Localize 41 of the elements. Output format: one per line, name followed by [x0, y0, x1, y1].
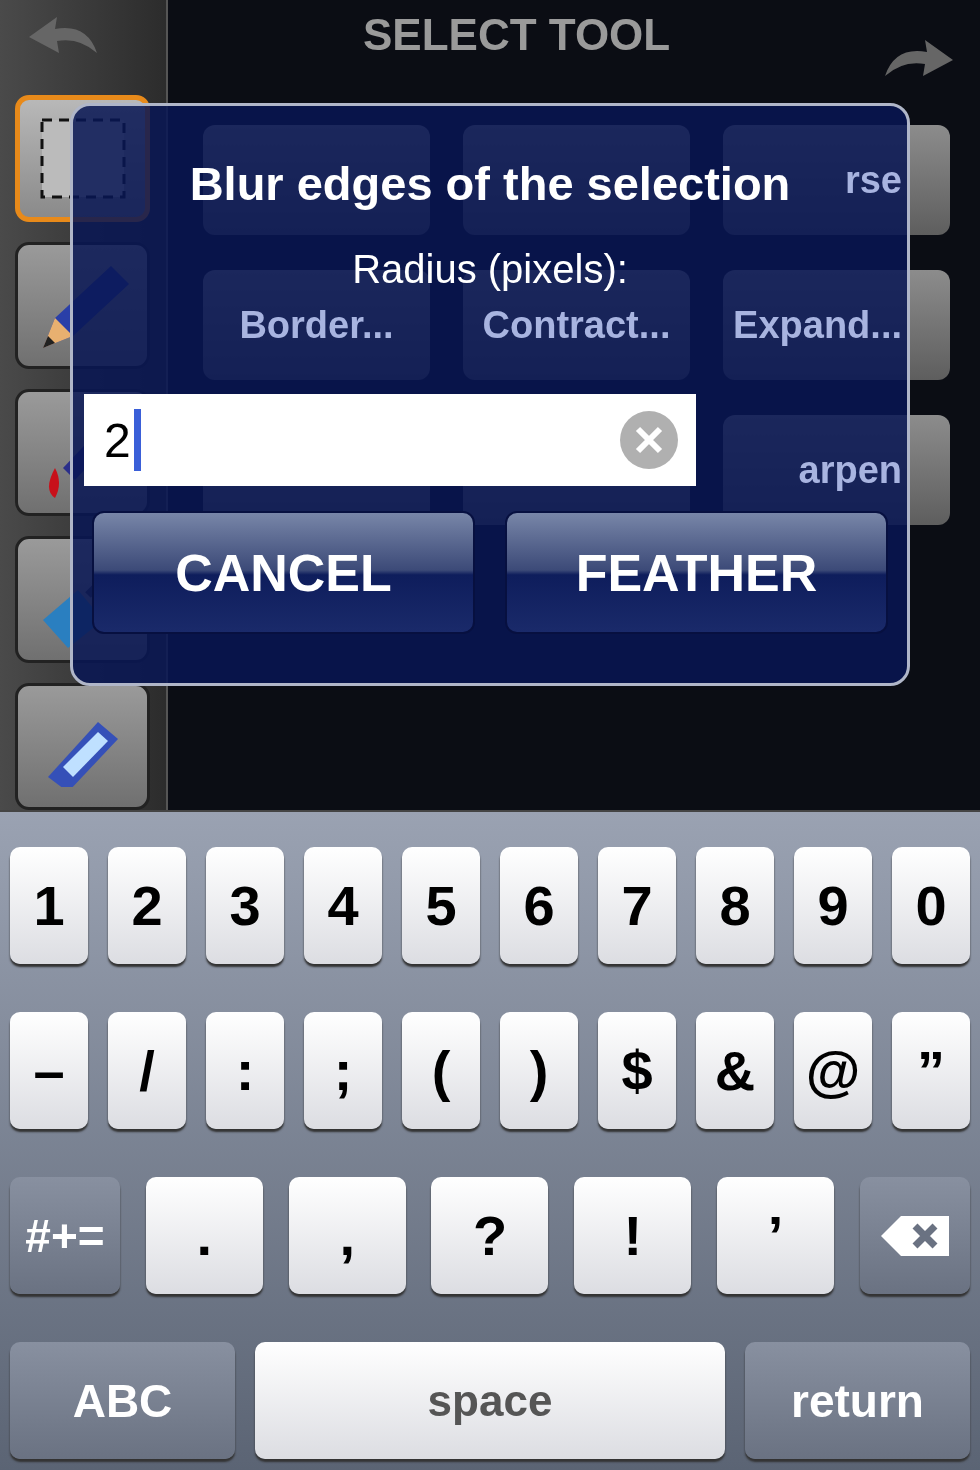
- dialog-button[interactable]: CANCEL: [92, 511, 475, 634]
- key[interactable]: ”: [892, 1012, 970, 1129]
- key[interactable]: 6: [500, 847, 578, 964]
- key[interactable]: ): [500, 1012, 578, 1129]
- key[interactable]: (: [402, 1012, 480, 1129]
- key[interactable]: ;: [304, 1012, 382, 1129]
- key[interactable]: 5: [402, 847, 480, 964]
- key[interactable]: 3: [206, 847, 284, 964]
- clear-icon[interactable]: [620, 411, 678, 469]
- tool-button[interactable]: [15, 683, 150, 810]
- key[interactable]: 1: [10, 847, 88, 964]
- key[interactable]: 8: [696, 847, 774, 964]
- key[interactable]: ’: [717, 1177, 835, 1294]
- key[interactable]: ?: [431, 1177, 549, 1294]
- keyboard-mode-key[interactable]: #+=: [10, 1177, 120, 1294]
- undo-icon[interactable]: [27, 15, 99, 55]
- key[interactable]: –: [10, 1012, 88, 1129]
- return-key[interactable]: return: [745, 1342, 970, 1459]
- key[interactable]: :: [206, 1012, 284, 1129]
- key[interactable]: 9: [794, 847, 872, 964]
- key[interactable]: 0: [892, 847, 970, 964]
- screen-title: SELECT TOOL: [363, 9, 671, 60]
- radius-field[interactable]: 2: [84, 394, 696, 486]
- key[interactable]: ,: [288, 1177, 406, 1294]
- redo-icon[interactable]: [883, 38, 955, 78]
- key[interactable]: 2: [108, 847, 186, 964]
- backspace-key[interactable]: [859, 1177, 970, 1294]
- dialog-button[interactable]: FEATHER: [505, 511, 888, 634]
- field-label: Radius (pixels):: [352, 247, 628, 292]
- dialog-title: Blur edges of the selection: [189, 156, 791, 211]
- key[interactable]: 7: [598, 847, 676, 964]
- key[interactable]: !: [574, 1177, 692, 1294]
- keyboard-mode-key[interactable]: ABC: [10, 1342, 235, 1459]
- key[interactable]: 4: [304, 847, 382, 964]
- key[interactable]: @: [794, 1012, 872, 1129]
- text-cursor: [133, 409, 141, 471]
- key[interactable]: $: [598, 1012, 676, 1129]
- space-key[interactable]: space: [255, 1342, 725, 1459]
- key[interactable]: &: [696, 1012, 774, 1129]
- key[interactable]: .: [145, 1177, 263, 1294]
- key[interactable]: /: [108, 1012, 186, 1129]
